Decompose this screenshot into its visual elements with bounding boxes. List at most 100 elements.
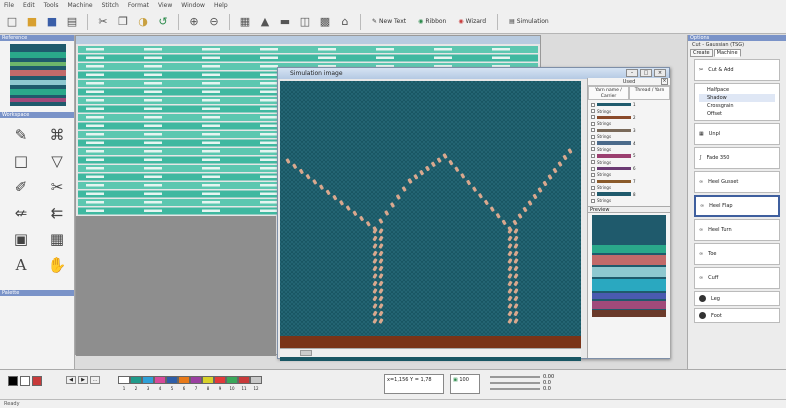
menu-file[interactable]: File [4,2,14,9]
horizontal-scrollbar[interactable] [280,348,581,357]
chevron-right-icon[interactable]: ▶ [78,376,88,384]
cut-icon[interactable]: ✂ [95,14,111,30]
pencil-icon[interactable]: ✎ [10,124,32,146]
palette-swatch[interactable] [154,376,166,384]
palette-swatch[interactable] [238,376,250,384]
submenu-item-offset[interactable]: Offset [699,110,775,118]
option-item-halfpace[interactable]: Halfpace [699,86,775,94]
knit-simulation-canvas[interactable] [280,81,581,361]
reference-thumbnail[interactable] [10,44,66,106]
color-checkbox[interactable] [591,166,595,171]
accent-color-swatch[interactable] [32,376,42,386]
palette-swatch[interactable] [142,376,154,384]
menu-format[interactable]: Format [128,2,149,9]
menu-window[interactable]: Window [181,2,205,9]
label-checkbox[interactable] [591,185,595,190]
undo-icon[interactable]: ↺ [155,14,171,30]
submenu-item-shadow[interactable]: Shadow [699,94,775,102]
menu-stitch[interactable]: Stitch [102,2,119,9]
new-text-button[interactable]: ✎ New Text [368,18,410,25]
foreground-color-swatch[interactable] [8,376,18,386]
machine-icon[interactable]: ▩ [317,14,333,30]
submenu-item-crossgrain[interactable]: Crossgrain [699,102,775,110]
fill-icon[interactable]: ▽ [46,150,68,172]
tab-thread-yarn[interactable]: Thread / Yarn [629,86,670,100]
color-row[interactable]: 7 [591,179,667,184]
minimize-icon[interactable]: – [626,69,638,77]
palette-swatch[interactable] [190,376,202,384]
color-label-row[interactable]: Strings [591,198,667,203]
color-label-row[interactable]: Strings [591,160,667,165]
label-checkbox[interactable] [591,147,595,152]
color-row[interactable]: 5 [591,153,667,158]
color-row[interactable]: 6 [591,166,667,171]
close-icon[interactable]: × [654,69,666,77]
option-item-leg[interactable]: Leg [694,291,780,306]
new-file-icon[interactable]: □ [4,14,20,30]
grid-icon[interactable]: ▦ [237,14,253,30]
color-checkbox[interactable] [591,115,595,120]
option-item-heel-flap[interactable]: ∞ Heel Flap [694,195,780,217]
background-color-swatch[interactable] [20,376,30,386]
ribbon-button[interactable]: ◉ Ribbon [414,18,450,25]
palette-swatch[interactable] [202,376,214,384]
stitch-icon[interactable]: ⇍ [10,202,32,224]
square-icon[interactable]: ▣ [10,228,32,250]
color-row[interactable]: 2 [591,115,667,120]
label-checkbox[interactable] [591,109,595,114]
close-icon[interactable]: × [661,78,668,85]
measure-icon[interactable]: ◫ [297,14,313,30]
palette-swatch[interactable] [178,376,190,384]
palette-swatch[interactable] [250,376,262,384]
option-item-heel-turn[interactable]: ∞ Heel Turn [694,219,780,241]
color-checkbox[interactable] [591,153,595,158]
color-checkbox[interactable] [591,128,595,133]
open-folder-icon[interactable]: ■ [24,14,40,30]
ruler-icon[interactable]: ▬ [277,14,293,30]
brush-icon[interactable]: ✐ [10,176,32,198]
palette-swatch[interactable] [226,376,238,384]
color-row[interactable]: 8 [591,191,667,197]
label-checkbox[interactable] [591,160,595,165]
chart-icon[interactable]: ▲ [257,14,273,30]
color-label-row[interactable]: Strings [591,134,667,139]
color-row[interactable]: 3 [591,128,667,133]
menu-view[interactable]: View [158,2,172,9]
option-item-cut-add[interactable]: ✂ Cut & Add [694,59,780,81]
scroll-thumb[interactable] [300,350,312,356]
hand-icon[interactable]: ✋ [46,254,68,276]
pattern-editor-titlebar[interactable] [76,36,540,44]
color-label-row[interactable]: Strings [591,121,667,126]
chevron-left-icon[interactable]: ◀ [66,376,76,384]
color-checkbox[interactable] [591,102,595,107]
option-item-fade[interactable]: ∫ Fade 350 [694,147,780,169]
save-icon[interactable]: ■ [44,14,60,30]
simulation-button[interactable]: ▤ Simulation [505,18,553,25]
menu-tools[interactable]: Tools [44,2,59,9]
tab-machine[interactable]: Machine [713,49,741,57]
label-checkbox[interactable] [591,121,595,126]
meter-slider[interactable] [490,388,540,390]
rectangle-icon[interactable]: □ [10,150,32,172]
copy-icon[interactable]: ❐ [115,14,131,30]
paste-icon[interactable]: ◑ [135,14,151,30]
meter-slider[interactable] [490,382,540,384]
wizard-button[interactable]: ◉ Wizard [454,18,490,25]
color-label-row[interactable]: Strings [591,172,667,177]
color-checkbox[interactable] [591,192,595,197]
label-checkbox[interactable] [591,198,595,203]
color-label-row[interactable]: Strings [591,108,667,114]
option-item-foot[interactable]: Foot [694,308,780,323]
option-item-cuff[interactable]: ∞ Cuff [694,267,780,289]
palette-swatch[interactable] [118,376,130,384]
move-icon[interactable]: ⇇ [46,202,68,224]
tab-create[interactable]: Create [690,49,713,57]
color-label-row[interactable]: Strings [591,147,667,152]
palette-swatch[interactable] [166,376,178,384]
color-label-row[interactable]: Strings [591,185,667,190]
label-checkbox[interactable] [591,172,595,177]
grid-icon[interactable]: ▦ [46,228,68,250]
color-row[interactable]: 4 [591,140,667,146]
palette-swatch[interactable] [130,376,142,384]
print-icon[interactable]: ▤ [64,14,80,30]
